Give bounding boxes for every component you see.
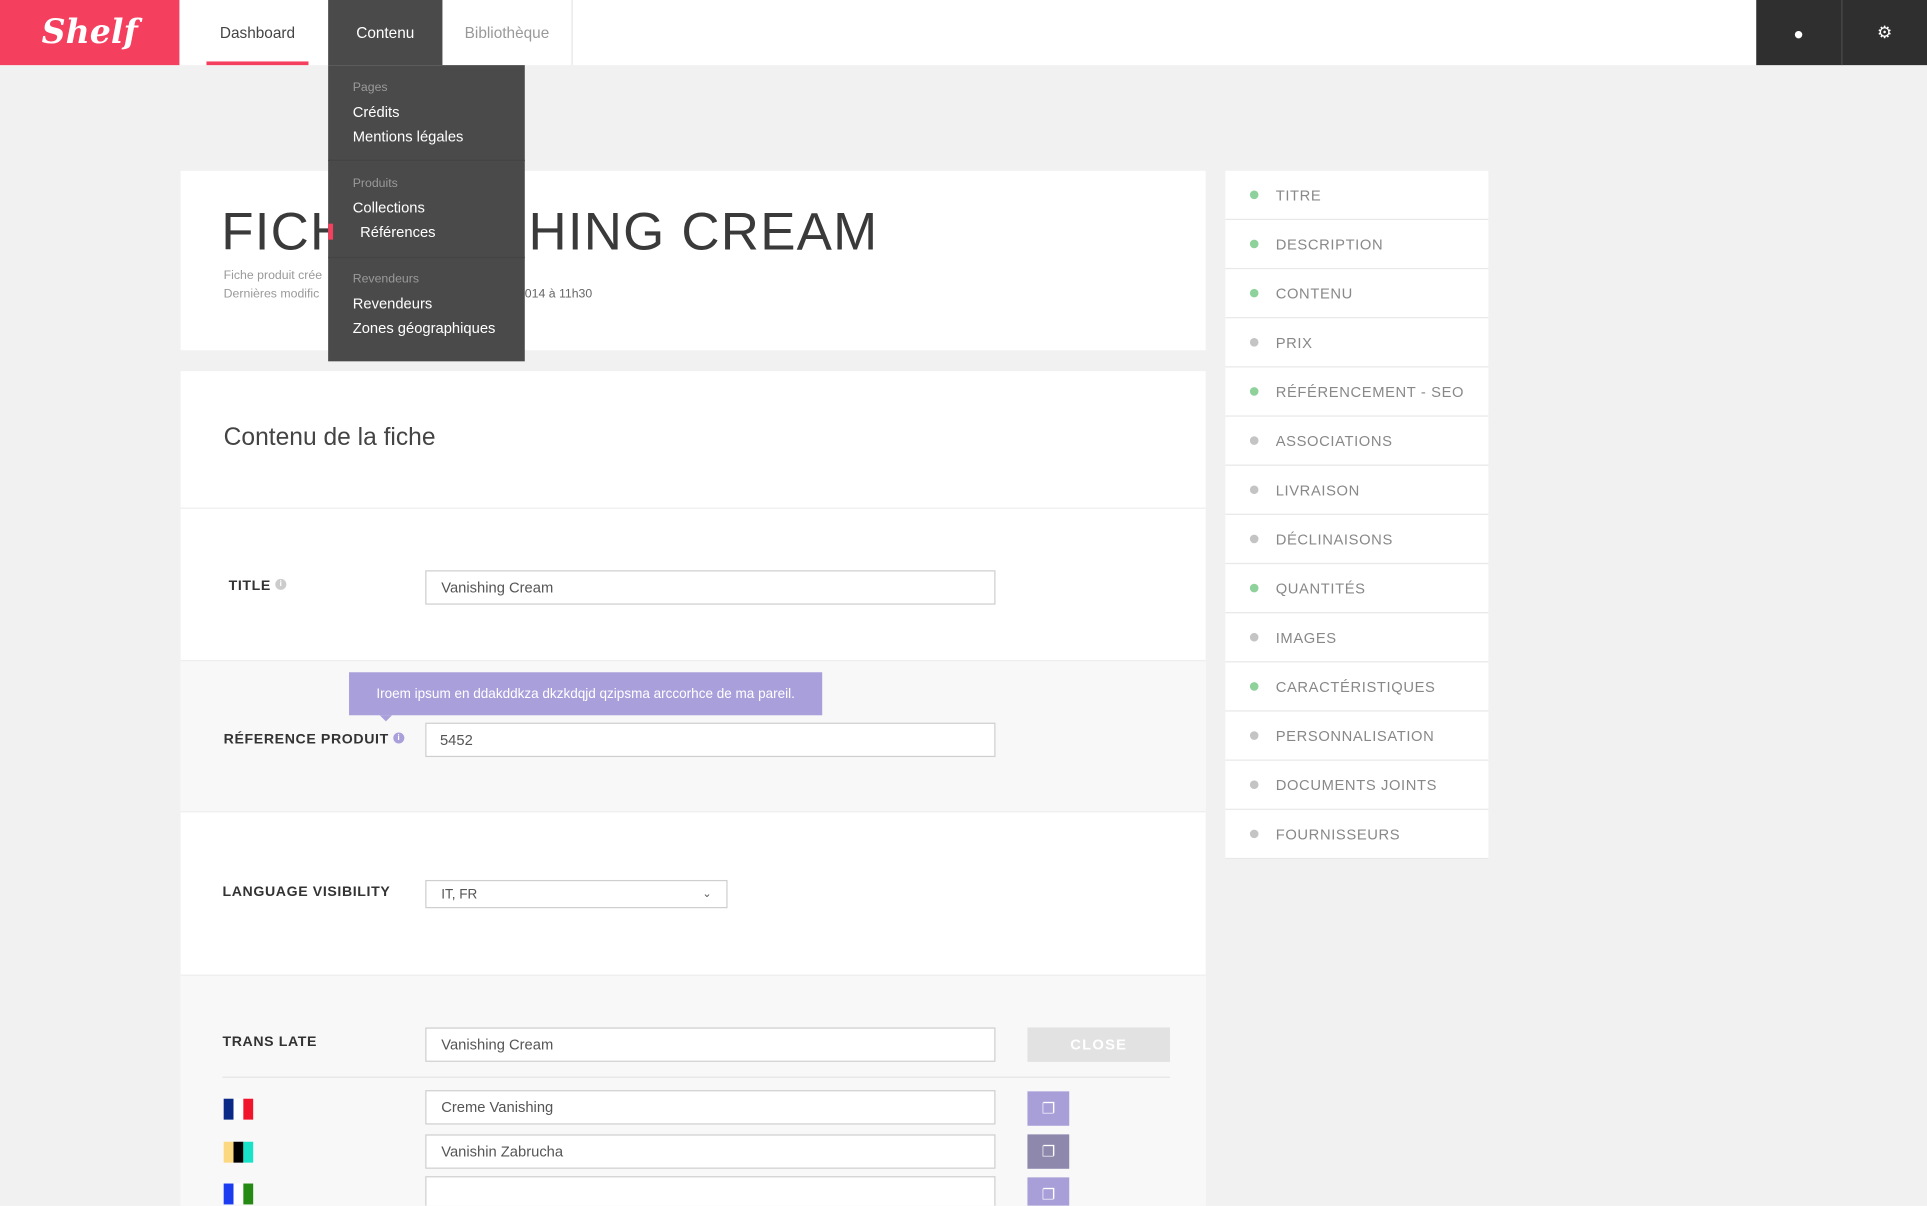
contenu-dropdown: Pages Crédits Mentions légales Produits … — [328, 65, 525, 362]
translate-label: TRANS LATE — [222, 1034, 318, 1050]
translation-input-fr[interactable]: Creme Vanishing — [425, 1090, 996, 1125]
section-nav-label: RÉFÉRENCEMENT - SEO — [1275, 382, 1465, 401]
menu-group-label: Produits — [352, 176, 398, 191]
status-dot-icon — [1249, 485, 1259, 495]
menu-group-label: Pages — [352, 81, 388, 95]
section-nav-label: LIVRAISON — [1275, 481, 1360, 499]
app: Shelf Dashboard Contenu Bibliothèque ● ⚙… — [0, 0, 1927, 1206]
chevron-down-icon: ⌄ — [702, 887, 712, 900]
section-nav-label: DÉCLINAISONS — [1275, 530, 1393, 548]
settings-button[interactable]: ⚙ — [1842, 0, 1927, 66]
flag-fr-icon — [223, 1098, 254, 1120]
section-nav-label: TITRE — [1275, 186, 1322, 204]
section-nav-item[interactable]: RÉFÉRENCEMENT - SEO — [1225, 367, 1489, 417]
copy-icon: ❐ — [1041, 1099, 1055, 1118]
copy-icon: ❐ — [1041, 1185, 1055, 1204]
section-nav-item[interactable]: LIVRAISON — [1225, 466, 1489, 515]
status-dot-icon — [1249, 829, 1259, 839]
section-nav-label: CONTENU — [1275, 284, 1353, 302]
status-dot-icon — [1249, 583, 1259, 593]
menu-item-revendeurs[interactable]: Revendeurs — [353, 295, 433, 312]
tab-bibliotheque[interactable]: Bibliothèque — [442, 0, 573, 66]
active-indicator — [328, 223, 334, 240]
section-nav-label: DOCUMENTS JOINTS — [1275, 776, 1438, 794]
close-button[interactable]: CLOSE — [1027, 1027, 1171, 1062]
logo[interactable]: Shelf — [0, 0, 180, 66]
menu-item-credits[interactable]: Crédits — [353, 103, 400, 120]
user-icon: ● — [1793, 22, 1804, 43]
copy-button[interactable]: ❐ — [1027, 1177, 1070, 1206]
modified-date: 014 à 11h30 — [524, 287, 593, 302]
status-dot-icon — [1249, 682, 1259, 691]
status-dot-icon — [1249, 731, 1259, 740]
section-nav-item[interactable]: FOURNISSEURS — [1225, 810, 1489, 860]
reference-input[interactable]: 5452 — [425, 722, 996, 758]
menu-group-label: Revendeurs — [352, 272, 419, 287]
section-nav-item[interactable]: QUANTITÉS — [1225, 564, 1489, 614]
menu-item-zones-geographiques[interactable]: Zones géographiques — [353, 320, 496, 337]
section-nav-item[interactable]: CARACTÉRISTIQUES — [1225, 662, 1489, 712]
user-button[interactable]: ● — [1756, 0, 1843, 66]
status-dot-icon — [1249, 436, 1259, 445]
section-nav-label: CARACTÉRISTIQUES — [1275, 677, 1436, 695]
flag-icon — [223, 1183, 254, 1205]
gear-icon: ⚙ — [1876, 22, 1893, 42]
title-label: TITLE i — [229, 578, 287, 594]
info-icon[interactable]: i — [275, 578, 287, 590]
modified-meta: Dernières modific — [223, 287, 320, 302]
section-nav: TITRE DESCRIPTION CONTENU PRIX RÉFÉRENCEMENT… — [1225, 170, 1489, 860]
copy-button[interactable]: ❐ — [1027, 1134, 1070, 1169]
status-dot-icon — [1249, 288, 1259, 298]
status-dot-icon — [1249, 780, 1259, 790]
copy-icon: ❐ — [1041, 1142, 1055, 1161]
language-select[interactable]: IT, FR ⌄ — [425, 879, 728, 909]
page-title-right: HING CREAM — [528, 202, 879, 262]
created-meta: Fiche produit crée — [223, 269, 323, 283]
section-nav-item[interactable]: DESCRIPTION — [1225, 220, 1489, 270]
section-nav-item[interactable]: CONTENU — [1225, 269, 1489, 319]
status-dot-icon — [1249, 239, 1259, 249]
info-icon[interactable]: i — [393, 732, 405, 744]
copy-button[interactable]: ❐ — [1027, 1091, 1070, 1126]
menu-item-mentions-legales[interactable]: Mentions légales — [353, 128, 464, 145]
menu-item-collections[interactable]: Collections — [353, 199, 425, 216]
translation-input[interactable]: Vanishin Zabrucha — [425, 1134, 996, 1169]
language-label: LANGUAGE VISIBILITY — [222, 884, 391, 900]
section-nav-label: PRIX — [1275, 333, 1313, 351]
section-nav-item[interactable]: TITRE — [1225, 171, 1489, 220]
section-nav-label: QUANTITÉS — [1275, 579, 1366, 597]
status-dot-icon — [1249, 632, 1259, 642]
section-nav-label: ASSOCIATIONS — [1275, 431, 1393, 450]
section-nav-label: DESCRIPTION — [1275, 235, 1384, 253]
translate-input[interactable]: Vanishing Cream — [425, 1027, 996, 1062]
section-nav-label: PERSONNALISATION — [1275, 726, 1435, 745]
menu-item-references[interactable]: Références — [360, 224, 435, 241]
tooltip: Iroem ipsum en ddakddkza dkzkdqjd qzipsm… — [349, 672, 823, 716]
flag-icon — [223, 1141, 254, 1163]
tab-contenu[interactable]: Contenu — [328, 0, 443, 66]
status-dot-icon — [1249, 534, 1259, 544]
section-nav-item[interactable]: DÉCLINAISONS — [1225, 515, 1489, 565]
section-nav-item[interactable]: IMAGES — [1225, 613, 1489, 663]
status-dot-icon — [1249, 190, 1259, 200]
section-nav-item[interactable]: ASSOCIATIONS — [1225, 417, 1489, 466]
status-dot-icon — [1249, 337, 1259, 347]
section-nav-label: IMAGES — [1275, 628, 1337, 646]
section-nav-label: FOURNISSEURS — [1275, 825, 1401, 843]
status-dot-icon — [1249, 387, 1259, 396]
reference-label: RÉFERENCE PRODUIT i — [224, 732, 405, 747]
translation-input[interactable] — [425, 1176, 996, 1206]
section-title: Contenu de la fiche — [223, 424, 436, 452]
section-nav-item[interactable]: DOCUMENTS JOINTS — [1225, 761, 1489, 810]
section-nav-item[interactable]: PERSONNALISATION — [1225, 712, 1489, 761]
title-input[interactable]: Vanishing Cream — [425, 570, 996, 605]
tab-dashboard[interactable]: Dashboard — [206, 0, 309, 66]
section-nav-item[interactable]: PRIX — [1225, 318, 1489, 368]
